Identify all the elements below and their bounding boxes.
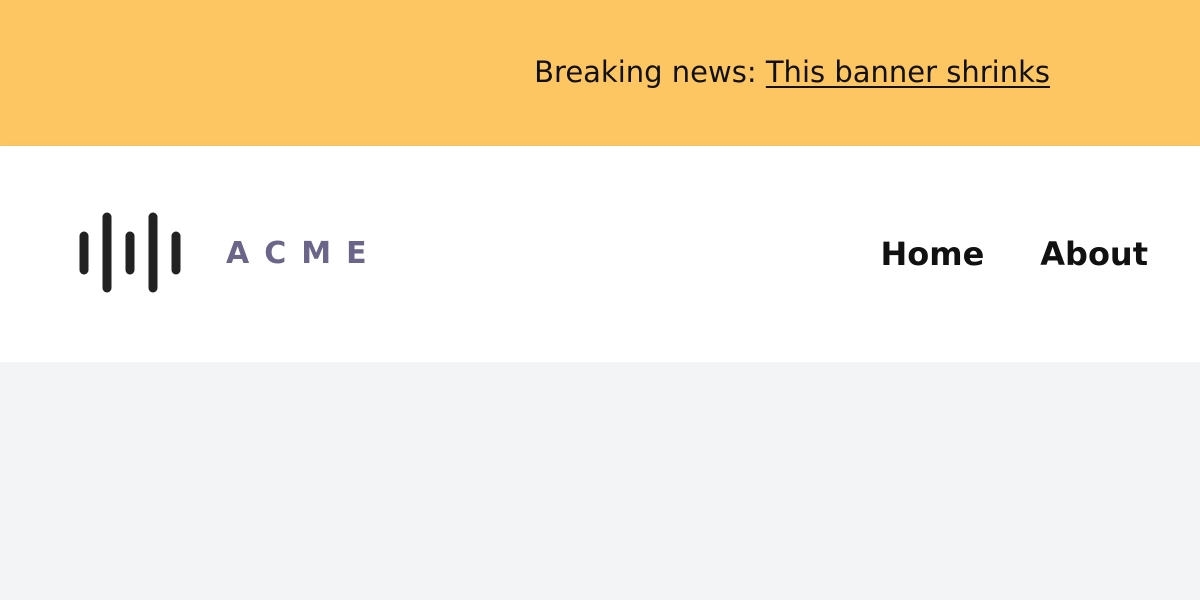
banner-link[interactable]: This banner shrinks: [766, 55, 1050, 89]
banner-message: Breaking news: This banner shrinks: [534, 52, 1050, 92]
page-content: [0, 362, 1200, 600]
announcement-banner: Breaking news: This banner shrinks: [0, 0, 1200, 146]
main-nav: Home About: [880, 232, 1148, 276]
banner-prefix: Breaking news:: [534, 55, 766, 89]
logo-link[interactable]: ACME: [78, 212, 368, 296]
site-header: ACME Home About: [0, 146, 1200, 362]
sound-wave-bars-icon: [79, 212, 181, 293]
nav-about-link[interactable]: About: [1040, 232, 1148, 276]
logo-wordmark: ACME: [226, 236, 382, 271]
nav-home-link[interactable]: Home: [880, 232, 984, 276]
